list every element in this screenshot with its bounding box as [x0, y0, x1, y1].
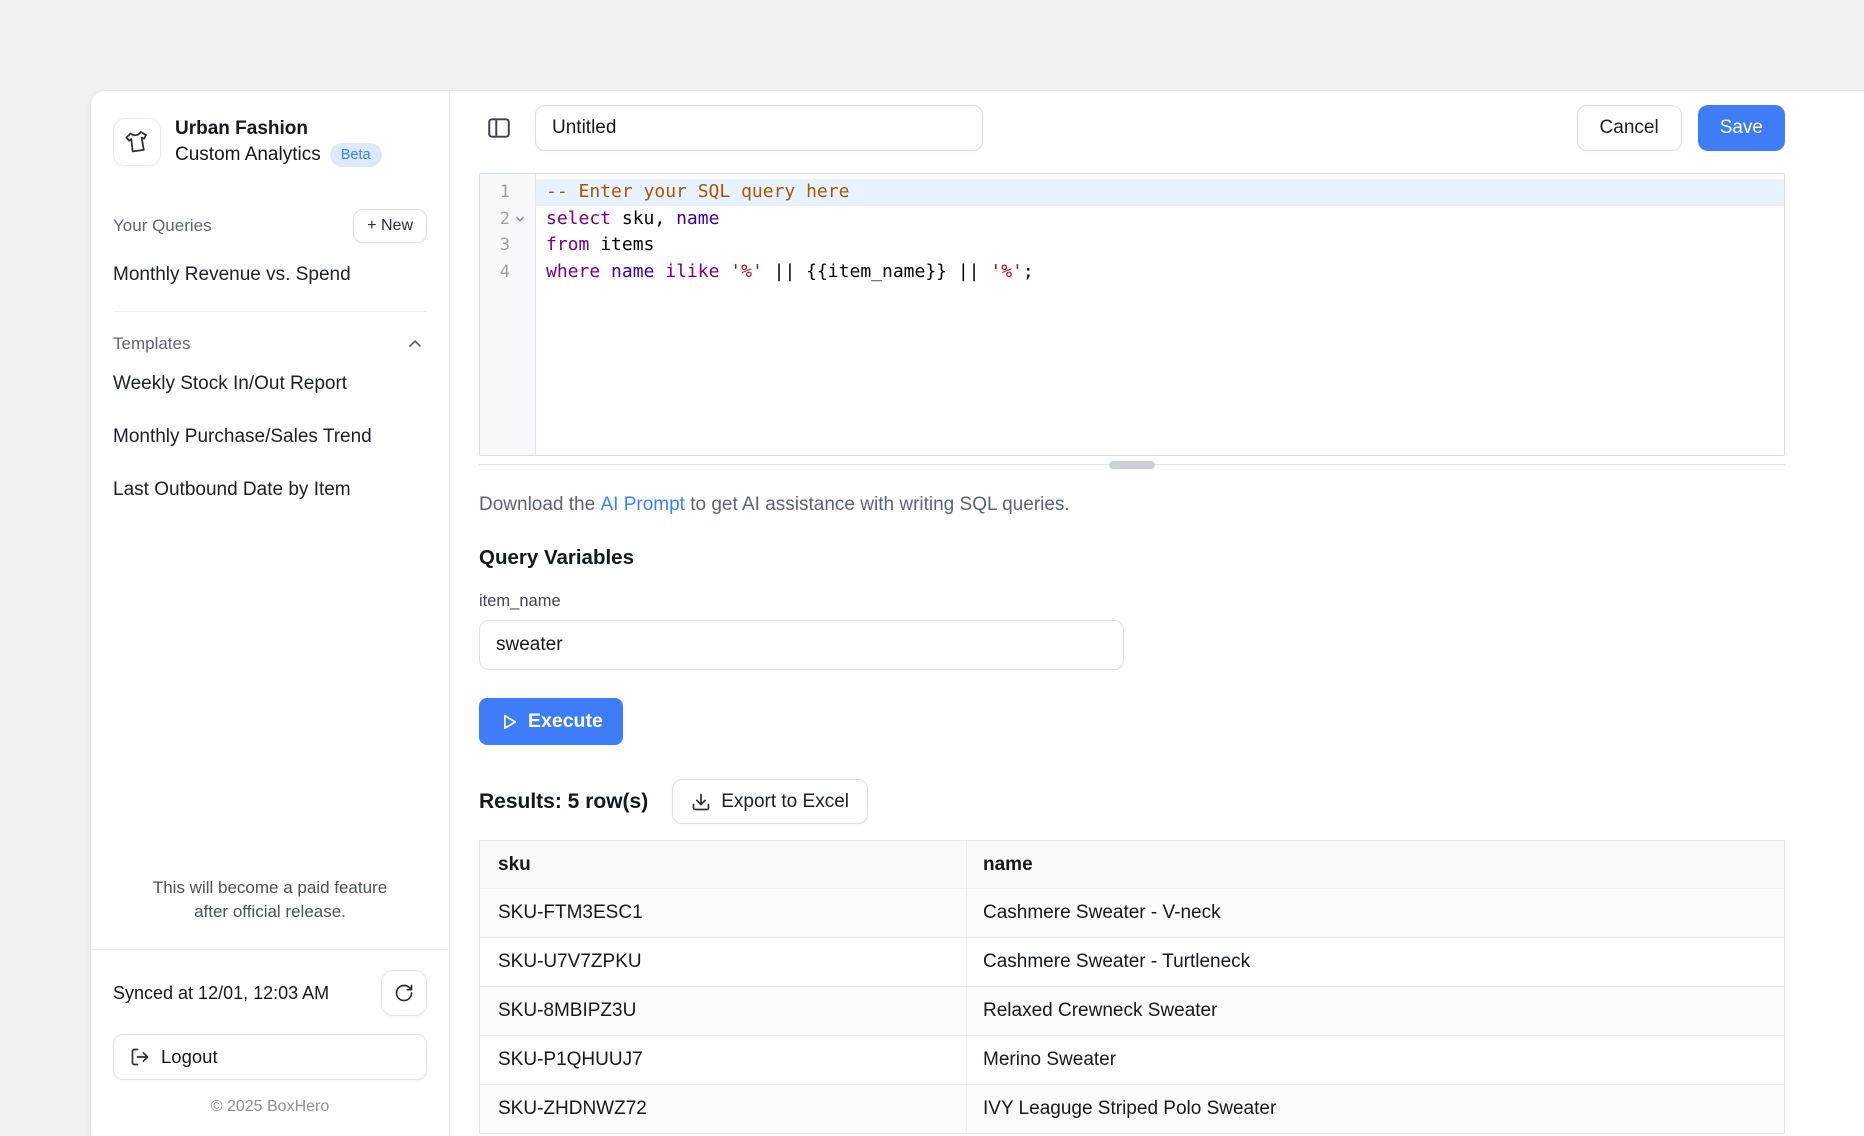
- refresh-icon: [394, 983, 414, 1003]
- brand-product: Custom Analytics: [175, 143, 321, 167]
- line-number: 1: [480, 182, 510, 202]
- sku-cell: SKU-8MBIPZ3U: [480, 1000, 966, 1022]
- sidebar-footer: Synced at 12/01, 12:03 AM: [91, 949, 449, 1116]
- code-line-3: from items: [536, 232, 1784, 259]
- item-name-label: item_name: [479, 592, 1785, 611]
- results-header: Results: 5 row(s) Export to Excel: [479, 779, 1785, 824]
- sidebar-divider: [113, 311, 427, 312]
- name-cell: Relaxed Crewneck Sweater: [966, 987, 1784, 1035]
- table-row: SKU-8MBIPZ3U Relaxed Crewneck Sweater: [480, 986, 1784, 1035]
- paid-note-line-2: after official release.: [113, 900, 427, 925]
- ai-prompt-link[interactable]: AI Prompt: [600, 494, 684, 515]
- execute-button[interactable]: Execute: [479, 698, 623, 745]
- line-number: 3: [480, 235, 510, 255]
- name-cell: Cashmere Sweater - Turtleneck: [966, 938, 1784, 986]
- refresh-button[interactable]: [381, 970, 427, 1016]
- sql-editor: 1 2 3 4: [479, 173, 1785, 456]
- sidebar-item-weekly-stock-report[interactable]: Weekly Stock In/Out Report: [113, 362, 427, 406]
- new-query-button[interactable]: + New: [353, 209, 427, 243]
- sku-cell: SKU-FTM3ESC1: [480, 902, 966, 924]
- paid-note-line-1: This will become a paid feature: [113, 876, 427, 901]
- query-variables-heading: Query Variables: [479, 546, 1785, 570]
- table-row: SKU-FTM3ESC1 Cashmere Sweater - V-neck: [480, 888, 1784, 937]
- sidebar-item-monthly-revenue-vs-spend[interactable]: Monthly Revenue vs. Spend: [113, 253, 427, 297]
- name-cell: Cashmere Sweater - V-neck: [966, 889, 1784, 937]
- chevron-up-icon[interactable]: [403, 332, 427, 356]
- logout-icon: [130, 1047, 150, 1067]
- table-row: SKU-U7V7ZPKU Cashmere Sweater - Turtlene…: [480, 937, 1784, 986]
- main-content: Cancel Save 1 2 3: [450, 91, 1864, 1136]
- your-queries-label: Your Queries: [113, 216, 212, 236]
- fold-chevron-icon[interactable]: [510, 213, 530, 225]
- line-number: 4: [480, 262, 510, 282]
- brand-text: Urban Fashion Custom Analytics Beta: [175, 117, 382, 167]
- tshirt-icon: [123, 128, 151, 156]
- panel-left-icon: [486, 115, 512, 141]
- sidebar-item-monthly-purchase-sales-trend[interactable]: Monthly Purchase/Sales Trend: [113, 415, 427, 459]
- column-header-name: name: [966, 841, 1784, 888]
- name-cell: Merino Sweater: [966, 1036, 1784, 1084]
- brand: Urban Fashion Custom Analytics Beta: [113, 117, 427, 167]
- ai-note-suffix: to get AI assistance with writing SQL qu…: [685, 494, 1070, 515]
- cancel-button[interactable]: Cancel: [1577, 105, 1682, 151]
- execute-label: Execute: [528, 710, 603, 733]
- toolbar: Cancel Save: [479, 105, 1785, 151]
- sku-cell: SKU-ZHDNWZ72: [480, 1098, 966, 1120]
- table-row: SKU-ZHDNWZ72 IVY Leaguge Striped Polo Sw…: [480, 1084, 1784, 1133]
- app-window: Urban Fashion Custom Analytics Beta Your…: [91, 91, 1864, 1136]
- export-label: Export to Excel: [721, 791, 849, 813]
- sidebar: Urban Fashion Custom Analytics Beta Your…: [91, 91, 450, 1136]
- template-list: Weekly Stock In/Out Report Monthly Purch…: [113, 362, 427, 512]
- brand-name: Urban Fashion: [175, 117, 382, 141]
- logout-label: Logout: [161, 1046, 218, 1068]
- name-cell: IVY Leaguge Striped Polo Sweater: [966, 1085, 1784, 1133]
- synced-status: Synced at 12/01, 12:03 AM: [113, 983, 329, 1004]
- paid-feature-note: This will become a paid feature after of…: [113, 876, 427, 925]
- code-line-4: where name ilike '%' || {{item_name}} ||…: [536, 259, 1784, 286]
- results-summary: Results: 5 row(s): [479, 790, 648, 814]
- sku-cell: SKU-U7V7ZPKU: [480, 951, 966, 973]
- line-number: 2: [480, 209, 510, 229]
- code-line-1: -- Enter your SQL query here: [536, 179, 1784, 206]
- brand-logo: [113, 118, 161, 166]
- table-row: SKU-P1QHUUJ7 Merino Sweater: [480, 1035, 1784, 1084]
- save-button[interactable]: Save: [1698, 105, 1785, 151]
- resize-grip: [1109, 461, 1155, 469]
- column-header-sku: sku: [480, 854, 966, 876]
- item-name-input[interactable]: [479, 620, 1124, 670]
- ai-note-prefix: Download the: [479, 494, 600, 515]
- sidebar-item-last-outbound-date[interactable]: Last Outbound Date by Item: [113, 468, 427, 512]
- code-line-2: select sku, name: [536, 206, 1784, 233]
- results-table: sku name SKU-FTM3ESC1 Cashmere Sweater -…: [479, 840, 1785, 1134]
- logout-button[interactable]: Logout: [113, 1034, 427, 1080]
- download-icon: [691, 792, 711, 812]
- sidebar-toggle-button[interactable]: [479, 108, 519, 148]
- export-to-excel-button[interactable]: Export to Excel: [672, 779, 868, 824]
- ai-prompt-note: Download the AI Prompt to get AI assista…: [479, 494, 1785, 516]
- table-header-row: sku name: [480, 841, 1784, 888]
- app-background: Urban Fashion Custom Analytics Beta Your…: [0, 0, 1864, 1136]
- editor-gutter: 1 2 3 4: [480, 174, 536, 455]
- templates-label: Templates: [113, 334, 190, 354]
- play-icon: [499, 712, 519, 732]
- sku-cell: SKU-P1QHUUJ7: [480, 1049, 966, 1071]
- copyright: © 2025 BoxHero: [113, 1098, 427, 1116]
- query-title-input[interactable]: [535, 105, 983, 151]
- beta-badge: Beta: [330, 143, 382, 167]
- sql-code-area[interactable]: -- Enter your SQL query here select sku,…: [536, 174, 1784, 455]
- editor-resize-handle[interactable]: [479, 456, 1785, 474]
